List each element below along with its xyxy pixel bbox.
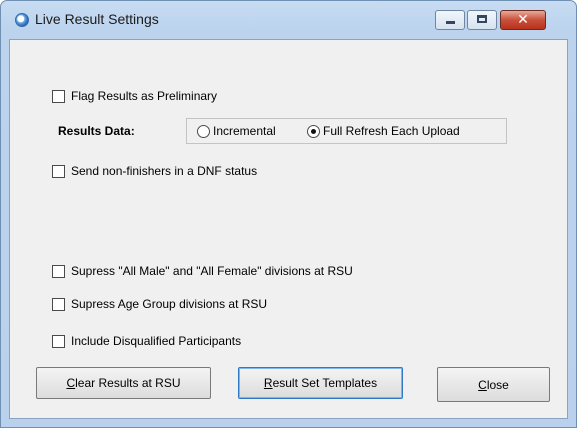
radio-incremental-circle[interactable]	[197, 124, 210, 138]
close-button[interactable]: Close	[437, 367, 550, 402]
results-data-label: Results Data:	[58, 124, 135, 138]
include-disqualified-label: Include Disqualified Participants	[71, 334, 242, 348]
include-disqualified-checkbox[interactable]: Include Disqualified Participants	[52, 334, 241, 348]
clear-results-button-label: Clear Results at RSU	[66, 376, 180, 390]
close-icon: ✕	[517, 12, 529, 28]
send-dnf-checkbox-box[interactable]	[52, 164, 65, 178]
flag-preliminary-label: Flag Results as Preliminary	[71, 89, 218, 103]
result-set-templates-button[interactable]: Result Set Templates	[238, 367, 403, 399]
radio-selected-dot	[311, 128, 316, 134]
title-bar[interactable]: Live Result Settings ✕	[1, 1, 576, 39]
send-dnf-label: Send non-finishers in a DNF status	[71, 164, 258, 178]
flag-preliminary-checkbox[interactable]: Flag Results as Preliminary	[52, 89, 217, 103]
send-dnf-checkbox[interactable]: Send non-finishers in a DNF status	[52, 164, 257, 178]
close-mnemonic: C	[478, 377, 487, 392]
radio-incremental[interactable]: Incremental	[197, 124, 276, 138]
maximize-button[interactable]	[467, 10, 497, 30]
suppress-all-male-female-label: Supress "All Male" and "All Female" divi…	[71, 264, 353, 278]
minimize-button[interactable]	[435, 10, 465, 30]
close-text: lose	[486, 377, 509, 392]
app-icon	[15, 13, 29, 27]
suppress-age-group-checkbox-box[interactable]	[52, 297, 65, 311]
suppress-age-group-checkbox[interactable]: Supress Age Group divisions at RSU	[52, 297, 267, 311]
dialog-body: Flag Results as Preliminary Results Data…	[9, 39, 568, 419]
include-disqualified-checkbox-box[interactable]	[52, 334, 65, 348]
maximize-icon	[477, 15, 487, 23]
results-data-radio-group: Incremental Full Refresh Each Upload	[186, 118, 507, 144]
clear-results-text: lear Results at RSU	[75, 376, 181, 390]
suppress-age-group-label: Supress Age Group divisions at RSU	[71, 297, 268, 311]
radio-full-refresh-circle[interactable]	[307, 124, 320, 138]
suppress-all-male-female-checkbox-box[interactable]	[52, 264, 65, 278]
close-button-label: Close	[478, 378, 509, 392]
result-set-templates-button-label: Result Set Templates	[264, 376, 377, 390]
minimize-icon	[446, 21, 455, 24]
close-window-button[interactable]: ✕	[500, 10, 546, 30]
suppress-all-male-female-checkbox[interactable]: Supress "All Male" and "All Female" divi…	[52, 264, 353, 278]
result-set-templates-mnemonic: R	[263, 376, 273, 390]
radio-incremental-label: Incremental	[213, 124, 276, 138]
flag-preliminary-checkbox-box[interactable]	[52, 89, 65, 103]
result-set-templates-text: esult Set Templates	[272, 376, 378, 390]
clear-results-at-rsu-button[interactable]: Clear Results at RSU	[36, 367, 211, 399]
window-title: Live Result Settings	[35, 11, 159, 27]
radio-full-refresh[interactable]: Full Refresh Each Upload	[307, 124, 460, 138]
live-result-settings-window: Live Result Settings ✕ Flag Results as P…	[0, 0, 577, 428]
radio-full-refresh-label: Full Refresh Each Upload	[323, 124, 460, 138]
clear-results-mnemonic: C	[66, 376, 76, 390]
